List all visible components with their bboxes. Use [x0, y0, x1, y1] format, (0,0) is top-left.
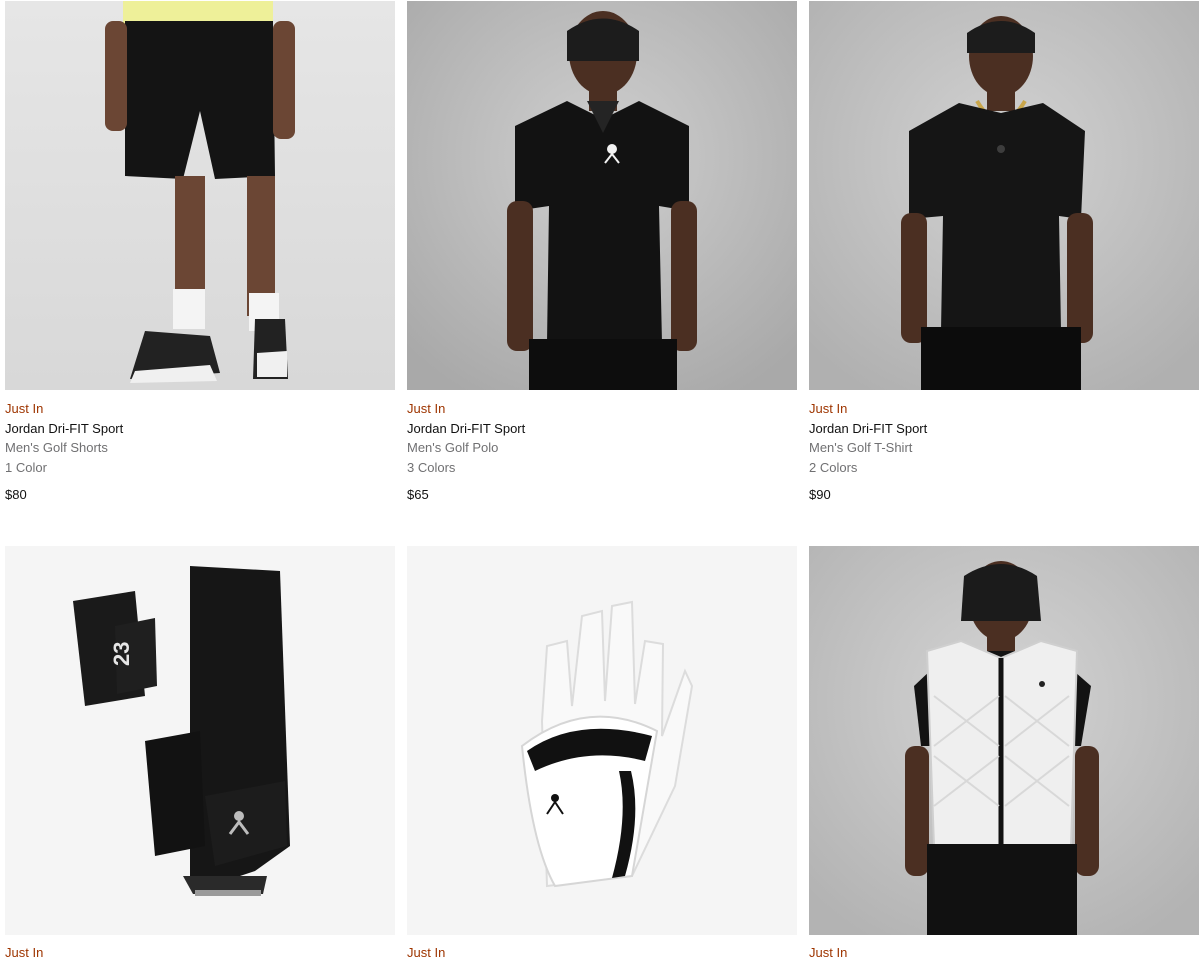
product-title[interactable]: Jordan Dri-FIT Sport — [809, 421, 927, 436]
product-title[interactable]: Jordan Dri-FIT Sport — [407, 421, 525, 436]
product-image-golf-tshirt[interactable] — [809, 1, 1199, 390]
just-in-badge: Just In — [5, 401, 44, 416]
product-subtitle: Men's Golf Shorts — [5, 440, 108, 455]
product-colors[interactable]: 1 Color — [5, 460, 47, 475]
product-colors[interactable]: 2 Colors — [809, 460, 857, 475]
product-price: $90 — [809, 487, 831, 502]
product-colors[interactable]: 3 Colors — [407, 460, 455, 475]
product-price: $65 — [407, 487, 429, 502]
product-image-golf-shorts[interactable] — [5, 1, 395, 390]
product-image-golf-bag[interactable]: 23 — [5, 546, 395, 935]
product-image-golf-vest[interactable] — [809, 546, 1199, 935]
product-card-golf-shorts[interactable]: Just In Jordan Dri-FIT Sport Men's Golf … — [5, 1, 395, 502]
product-card-golf-polo[interactable]: Just In Jordan Dri-FIT Sport Men's Golf … — [407, 1, 797, 502]
product-card-golf-glove[interactable]: Just In — [407, 546, 797, 960]
just-in-badge: Just In — [809, 945, 848, 960]
product-subtitle: Men's Golf T-Shirt — [809, 440, 913, 455]
just-in-badge: Just In — [5, 945, 44, 960]
product-card-golf-vest[interactable]: Just In — [809, 546, 1199, 960]
bag-number-text: 23 — [109, 642, 134, 666]
just-in-badge: Just In — [407, 401, 446, 416]
product-card-golf-bag[interactable]: 23 Just In — [5, 546, 395, 960]
product-image-golf-polo[interactable] — [407, 1, 797, 390]
product-image-golf-glove[interactable] — [407, 546, 797, 935]
just-in-badge: Just In — [809, 401, 848, 416]
product-title[interactable]: Jordan Dri-FIT Sport — [5, 421, 123, 436]
product-price: $80 — [5, 487, 27, 502]
product-subtitle: Men's Golf Polo — [407, 440, 499, 455]
just-in-badge: Just In — [407, 945, 446, 960]
product-card-golf-tshirt[interactable]: Just In Jordan Dri-FIT Sport Men's Golf … — [809, 1, 1199, 502]
